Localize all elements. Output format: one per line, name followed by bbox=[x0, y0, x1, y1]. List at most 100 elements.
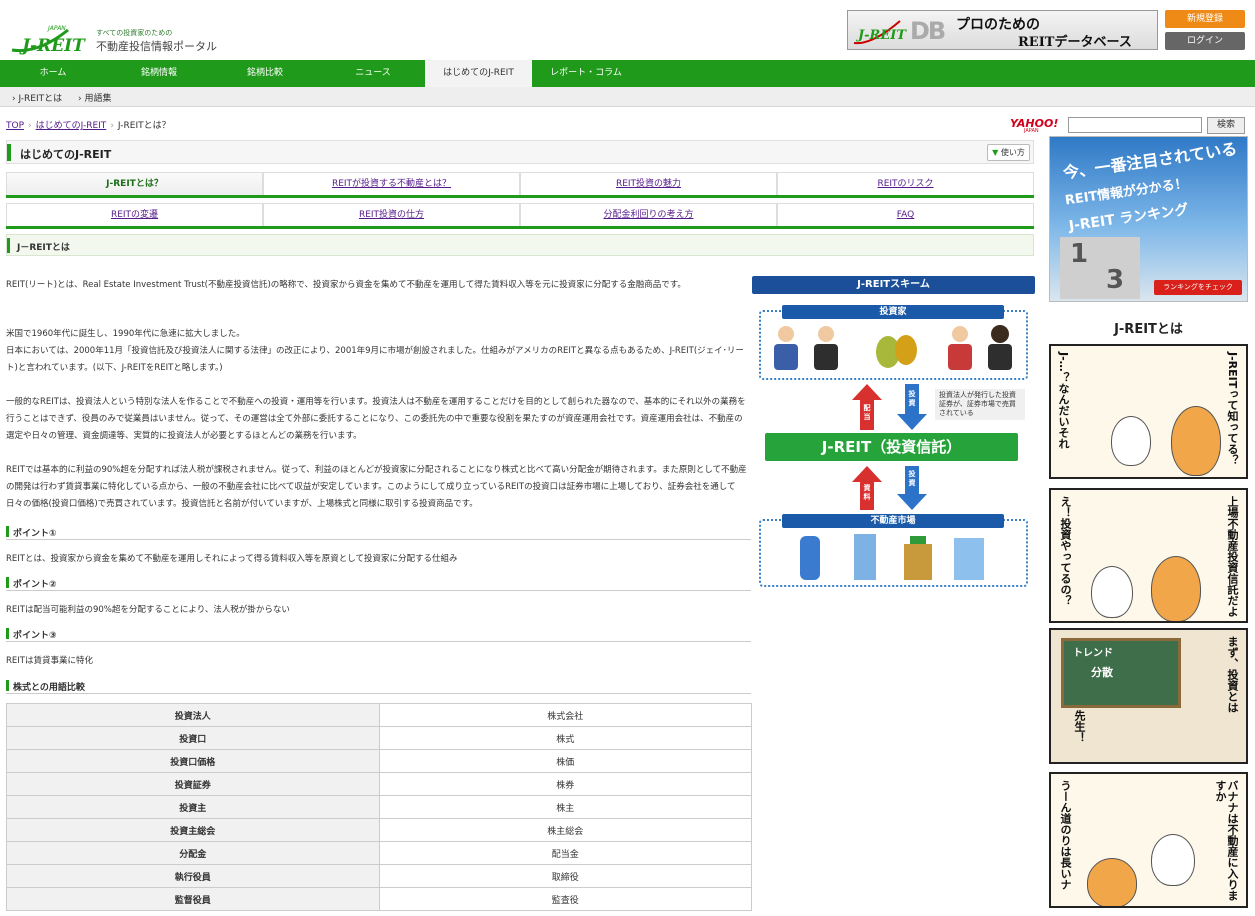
tab-appeal[interactable]: REIT投資の魅力 bbox=[520, 172, 777, 195]
tab-properties[interactable]: REITが投資する不動産とは？ bbox=[263, 172, 520, 195]
orange-cat-icon bbox=[1151, 556, 1201, 621]
subnav-item-about[interactable]: › J-REITとは bbox=[12, 91, 62, 104]
tab-risk[interactable]: REITのリスク bbox=[777, 172, 1034, 195]
sub-nav: › J-REITとは › 用語集 bbox=[0, 87, 1255, 107]
how-to-label: 使い方 bbox=[1000, 148, 1025, 157]
register-button[interactable]: 新規登録 bbox=[1165, 10, 1245, 28]
login-button[interactable]: ログイン bbox=[1165, 32, 1245, 50]
tab-faq[interactable]: FAQ bbox=[777, 203, 1034, 226]
manga-1-speech-b: J-…？なんだいそれ bbox=[1057, 352, 1070, 449]
history-paragraph-1: 米国で1960年代に誕生し、1990年代に急速に拡大しました。 bbox=[6, 329, 245, 339]
manga-panel-2[interactable]: 上場不動産投資信託だよ え！投資やってるの？ bbox=[1049, 488, 1248, 623]
breadcrumb-current: J-REITとは？ bbox=[117, 121, 171, 131]
nav-beginners[interactable]: はじめてのJ-REIT bbox=[425, 60, 532, 87]
manga-1-speech-a: J-REITって知ってる？ bbox=[1226, 352, 1239, 466]
investor-label: 投資家 bbox=[782, 305, 1004, 319]
breadcrumb-separator: › bbox=[28, 121, 32, 131]
podium-icon: 13 bbox=[1060, 237, 1140, 299]
table-row: 監督役員 監査役 bbox=[6, 887, 752, 911]
manga-panel-4[interactable]: バナナは不動産に入りますか うーん道のりは長いナ bbox=[1049, 772, 1248, 908]
tab-how-to-invest[interactable]: REIT投資の仕方 bbox=[263, 203, 520, 226]
breadcrumb-top[interactable]: TOP bbox=[6, 121, 24, 131]
heading-accent-bar bbox=[6, 577, 9, 588]
manga-title: J-REITとは bbox=[1114, 322, 1183, 337]
jreit-logo-icon: J-REIT JAPAN bbox=[11, 25, 86, 56]
tab-history[interactable]: REITの変遷 bbox=[6, 203, 263, 226]
compare-title: 株式との用語比較 bbox=[13, 683, 85, 693]
heading-accent-bar bbox=[6, 628, 9, 639]
table-row: 投資主総会 株主総会 bbox=[6, 818, 752, 842]
reit-term: 投資法人 bbox=[6, 703, 380, 727]
manga-2-speech-a: 上場不動産投資信託だよ bbox=[1226, 496, 1239, 617]
logo-portal-name: 不動産投信情報ポータル bbox=[96, 40, 217, 53]
reit-database-banner[interactable]: J-REIT DB プロのための REITデータベース bbox=[847, 10, 1158, 50]
yahoo-search: YAHOO! JAPAN 検索 bbox=[1010, 117, 1245, 135]
search-button[interactable]: 検索 bbox=[1207, 117, 1245, 134]
reit-term: 投資主総会 bbox=[6, 818, 380, 842]
search-input[interactable] bbox=[1068, 117, 1202, 133]
tab-row-1: J-REITとは？ REITが投資する不動産とは？ REIT投資の魅力 REIT… bbox=[6, 172, 1034, 198]
nav-reports[interactable]: レポート・コラム bbox=[532, 60, 640, 87]
manga-2-speech-b: え！投資やってるの？ bbox=[1059, 496, 1072, 606]
global-nav: ホーム 銘柄情報 銘柄比較 ニュース はじめてのJ-REIT レポート・コラム bbox=[0, 60, 1255, 87]
invest2-label: 投資 bbox=[908, 470, 916, 487]
heading-accent-bar bbox=[6, 526, 9, 537]
breadcrumb-beginners[interactable]: はじめてのJ-REIT bbox=[36, 121, 107, 131]
investor-figures-icon bbox=[774, 325, 1012, 370]
jreit-db-logo-icon: J-REIT bbox=[853, 20, 907, 45]
check-ranking-button[interactable]: ランキングをチェック bbox=[1154, 280, 1242, 295]
reit-term: 投資証券 bbox=[6, 772, 380, 796]
subnav-item-glossary[interactable]: › 用語集 bbox=[78, 91, 111, 104]
securities-note: 投資法人が発行した投資証券が、証券市場で売買されている bbox=[935, 389, 1025, 420]
manga-panel-3[interactable]: トレンド 分散 まず、投資とは 先生！ bbox=[1049, 628, 1248, 764]
reit-term: 投資口 bbox=[6, 726, 380, 750]
tab-about-jreit[interactable]: J-REITとは？ bbox=[6, 172, 263, 195]
nav-stock-compare[interactable]: 銘柄比較 bbox=[212, 60, 318, 87]
point-1-title: ポイント① bbox=[13, 529, 57, 539]
nav-stock-info[interactable]: 銘柄情報 bbox=[106, 60, 212, 87]
point-2-text: REITは配当可能利益の90%超を分配することにより、法人税が掛からない bbox=[6, 605, 290, 615]
tab-yield[interactable]: 分配金利回りの考え方 bbox=[520, 203, 777, 226]
manga-4-speech-b: うーん道のりは長いナ bbox=[1059, 780, 1072, 890]
how-to-button[interactable]: ▼ 使い方 bbox=[987, 144, 1030, 161]
white-cat-icon bbox=[1091, 566, 1133, 618]
nav-news[interactable]: ニュース bbox=[318, 60, 428, 87]
logo-tagline: すべての投資家のための bbox=[96, 29, 173, 37]
history-paragraph-2: 日本においては、2000年11月「投資信託及び投資法人に関する法律」の改正により… bbox=[6, 346, 744, 373]
reit-term: 監督役員 bbox=[6, 887, 380, 911]
table-row: 投資口 株式 bbox=[6, 726, 752, 750]
manga-3-speech-a: まず、投資とは bbox=[1226, 636, 1239, 713]
tax-paragraph: REITでは基本的に利益の90%超を分配すれば法人税が課税されません。従って、利… bbox=[6, 465, 747, 509]
stock-term: 株式会社 bbox=[378, 703, 752, 727]
blackboard-trend: トレンド bbox=[1073, 648, 1113, 659]
manga-3-speech-b: 先生！ bbox=[1073, 710, 1086, 743]
nav-home[interactable]: ホーム bbox=[0, 60, 106, 87]
page-title: はじめてのJ-REIT bbox=[20, 148, 112, 161]
funds-label: 資料 bbox=[863, 484, 871, 501]
reit-term: 投資主 bbox=[6, 795, 380, 819]
table-row: 分配金 配当金 bbox=[6, 841, 752, 865]
subnav-glossary-label: 用語集 bbox=[84, 94, 112, 104]
svg-text:J-REIT: J-REIT bbox=[855, 28, 907, 43]
point-2-heading: ポイント② bbox=[6, 575, 751, 591]
subsection-title: J－REITとは bbox=[17, 243, 70, 253]
stock-term: 株券 bbox=[378, 772, 752, 796]
stock-term: 株主 bbox=[378, 795, 752, 819]
ranking-banner[interactable]: 今、一番注目されている REIT情報が分かる！ J-REIT ランキング 13 … bbox=[1049, 136, 1248, 302]
stock-term: 取締役 bbox=[378, 864, 752, 888]
term-compare-table: 投資法人 株式会社 投資口 株式 投資口価格 株価 投資証券 株券 投資主 株主 投資主総… bbox=[6, 703, 752, 911]
heading-accent-bar bbox=[6, 680, 9, 691]
scheme-title: J-REITスキーム bbox=[752, 276, 1035, 294]
intro-paragraph: REIT(リート)とは、Real Estate Investment Trust… bbox=[6, 280, 686, 290]
reit-term: 分配金 bbox=[6, 841, 380, 865]
db-letters: DB bbox=[910, 17, 946, 45]
table-row: 投資口価格 株価 bbox=[6, 749, 752, 773]
point-1-text: REITとは、投資家から資金を集めて不動産を運用しそれによって得る賃料収入等を原… bbox=[6, 554, 458, 564]
beginner-mark-icon: ▼ bbox=[992, 148, 999, 157]
manga-panel-1[interactable]: J-REITって知ってる？ J-…？なんだいそれ bbox=[1049, 344, 1248, 479]
white-cat-icon bbox=[1151, 834, 1195, 886]
site-logo[interactable]: J-REIT JAPAN すべての投資家のための 不動産投信情報ポータル bbox=[8, 20, 223, 56]
point-2-title: ポイント② bbox=[13, 580, 57, 590]
topic-tabs: J-REITとは？ REITが投資する不動産とは？ REIT投資の魅力 REIT… bbox=[6, 172, 1034, 232]
stock-term: 配当金 bbox=[378, 841, 752, 865]
